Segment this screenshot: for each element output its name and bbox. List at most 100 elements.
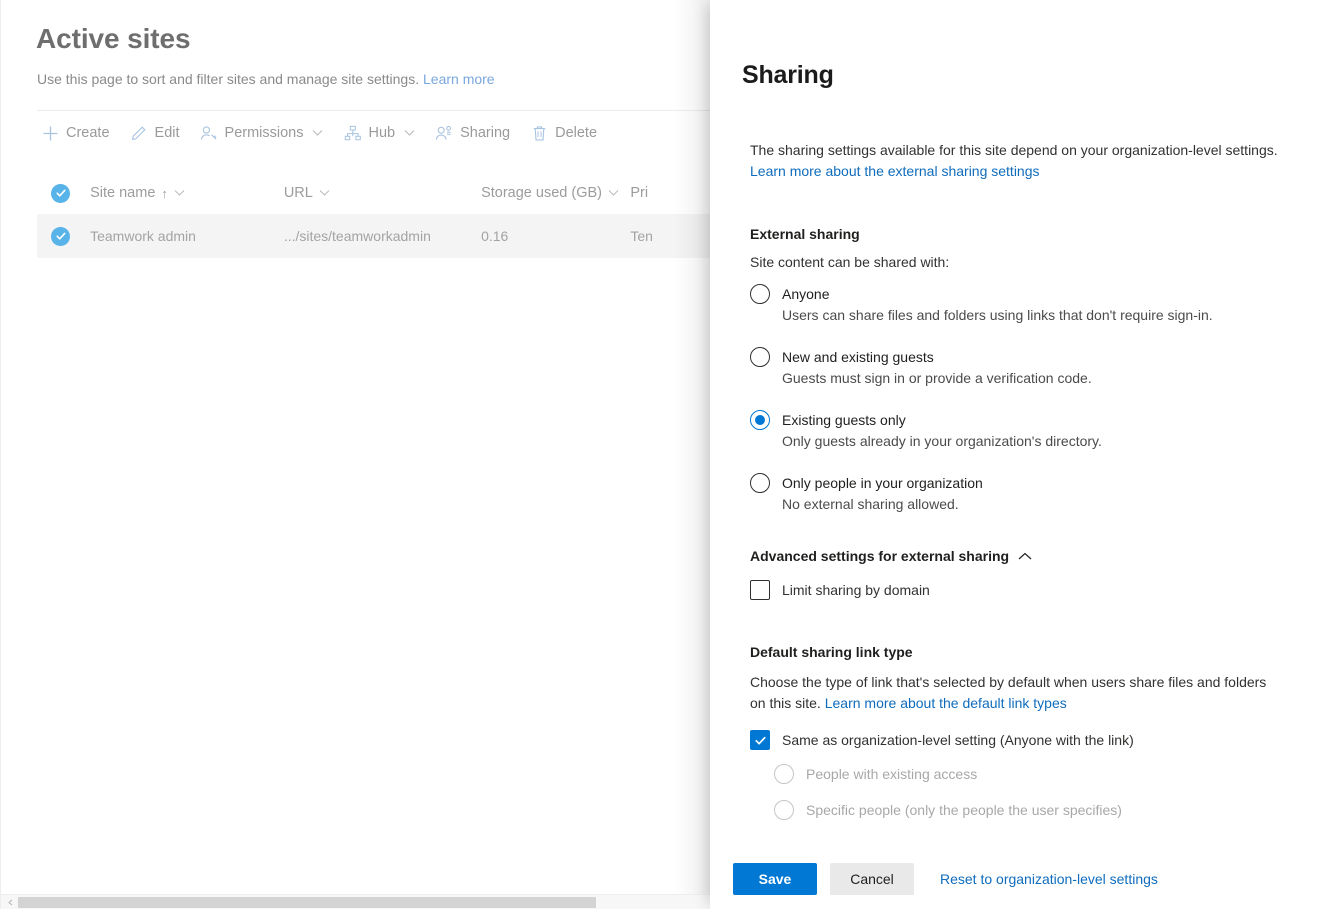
radio-option-people-with-existing-access: People with existing access (774, 764, 1299, 784)
edit-button[interactable]: Edit (120, 113, 190, 153)
radio-selected-icon (750, 410, 770, 430)
radio-option-existing-guests-only-description: Only guests already in your organization… (782, 433, 1102, 449)
sites-table: Site name ↑ URL Storage used (GB) Pri Te… (37, 172, 720, 258)
chevron-down-icon[interactable] (608, 189, 619, 197)
external-sharing-learn-more-link[interactable]: Learn more about the external sharing se… (750, 163, 1040, 179)
page-title: Active sites (36, 23, 191, 54)
radio-option-only-people-in-your-organization-description: No external sharing allowed. (782, 496, 959, 512)
people-share-icon (435, 124, 453, 142)
radio-icon (750, 284, 770, 304)
pencil-icon (130, 124, 148, 142)
default-link-types-learn-more-link[interactable]: Learn more about the default link types (825, 695, 1067, 711)
chevron-up-icon (1018, 552, 1032, 561)
save-button[interactable]: Save (733, 863, 817, 895)
default-link-type-heading: Default sharing link type (750, 644, 913, 660)
column-header-site-name[interactable]: Site name ↑ (90, 185, 284, 201)
column-header-url-label: URL (283, 185, 313, 201)
chevron-down-icon[interactable] (319, 189, 330, 197)
radio-option-people-with-existing-access-label: People with existing access (806, 766, 978, 782)
radio-option-specific-people: Specific people (only the people the use… (774, 800, 1299, 820)
radio-disabled-icon (774, 800, 794, 820)
command-bar: Create Edit Permissions Hub Sharing Dele… (37, 110, 720, 155)
learn-more-link[interactable]: Learn more (423, 71, 495, 87)
page-subtitle: Use this page to sort and filter sites a… (37, 71, 495, 87)
radio-option-existing-guests-only[interactable]: Existing guests only Only guests already… (750, 410, 1299, 451)
radio-option-new-and-existing-guests[interactable]: New and existing guests Guests must sign… (750, 347, 1299, 388)
scrollbar-thumb[interactable] (18, 897, 596, 908)
screen: Active sites Use this page to sort and f… (0, 0, 1323, 909)
sort-ascending-icon: ↑ (161, 185, 168, 201)
chevron-down-icon[interactable] (403, 127, 415, 139)
cell-url: .../sites/teamworkadmin (283, 228, 431, 244)
chevron-down-icon[interactable] (312, 127, 324, 139)
cancel-button[interactable]: Cancel (830, 863, 914, 895)
check-circle-icon (51, 183, 70, 203)
scroll-left-arrow-icon[interactable] (7, 899, 14, 906)
limit-sharing-by-domain-checkbox[interactable]: Limit sharing by domain (750, 580, 1299, 600)
permissions-button[interactable]: Permissions (190, 113, 334, 153)
hub-button-label: Hub (368, 125, 396, 141)
delete-button-label: Delete (555, 125, 598, 141)
row-select-checkbox[interactable] (37, 226, 90, 246)
hub-button[interactable]: Hub (334, 113, 426, 153)
active-sites-page: Active sites Use this page to sort and f… (0, 0, 720, 909)
cell-primary-admin: Ten (630, 228, 653, 244)
table-header-row: Site name ↑ URL Storage used (GB) Pri (37, 172, 720, 214)
same-as-org-setting-checkbox[interactable]: Same as organization-level setting (Anyo… (750, 730, 1299, 750)
panel-intro-text: The sharing settings available for this … (750, 142, 1278, 158)
panel-intro: The sharing settings available for this … (750, 140, 1280, 182)
radio-option-anyone-description: Users can share files and folders using … (782, 307, 1213, 323)
sharing-button[interactable]: Sharing (425, 113, 520, 153)
default-link-type-description: Choose the type of link that's selected … (750, 672, 1285, 714)
radio-option-anyone[interactable]: Anyone Users can share files and folders… (750, 284, 1299, 325)
check-circle-icon (51, 226, 70, 246)
column-header-primary-admin-label: Pri (630, 185, 649, 201)
chevron-down-icon[interactable] (174, 189, 185, 197)
panel-title: Sharing (742, 61, 834, 89)
reset-to-org-settings-link[interactable]: Reset to organization-level settings (940, 871, 1158, 887)
advanced-settings-heading: Advanced settings for external sharing (750, 548, 1010, 564)
delete-button[interactable]: Delete (520, 113, 607, 153)
column-header-storage-used[interactable]: Storage used (GB) (481, 185, 630, 201)
edit-button-label: Edit (154, 125, 180, 141)
sharing-button-label: Sharing (460, 125, 511, 141)
radio-option-only-people-in-your-organization-label: Only people in your organization (782, 475, 983, 491)
radio-disabled-icon (774, 764, 794, 784)
radio-option-anyone-label: Anyone (782, 286, 830, 302)
column-header-storage-used-label: Storage used (GB) (481, 185, 602, 201)
radio-option-new-and-existing-guests-label: New and existing guests (782, 349, 934, 365)
hub-icon (344, 124, 362, 142)
panel-footer: Save Cancel Reset to organization-level … (710, 849, 1323, 909)
select-all-checkbox[interactable] (37, 183, 90, 203)
page-subtitle-text: Use this page to sort and filter sites a… (37, 71, 420, 87)
column-header-site-name-label: Site name (90, 185, 156, 201)
column-header-primary-admin[interactable]: Pri (630, 185, 720, 201)
external-sharing-subheading: Site content can be shared with: (750, 254, 950, 270)
person-key-icon (200, 124, 218, 142)
checkbox-checked-icon (750, 730, 770, 750)
radio-icon (750, 473, 770, 493)
column-header-url[interactable]: URL (284, 185, 481, 201)
table-row[interactable]: Teamwork admin .../sites/teamworkadmin 0… (37, 214, 720, 258)
radio-option-specific-people-label: Specific people (only the people the use… (806, 802, 1122, 818)
radio-option-existing-guests-only-label: Existing guests only (782, 412, 906, 428)
checkbox-icon (750, 580, 770, 600)
external-sharing-radio-group: Anyone Users can share files and folders… (750, 284, 1299, 514)
create-button[interactable]: Create (37, 113, 120, 153)
radio-option-new-and-existing-guests-description: Guests must sign in or provide a verific… (782, 370, 1092, 386)
same-as-org-setting-label: Same as organization-level setting (Anyo… (782, 732, 1134, 748)
horizontal-scrollbar[interactable] (1, 894, 720, 909)
trash-icon (530, 124, 548, 142)
cell-storage-used: 0.16 (481, 228, 509, 244)
cell-site-name: Teamwork admin (90, 228, 196, 244)
default-link-type-radio-group: People with existing access Specific peo… (774, 764, 1299, 820)
panel-body: The sharing settings available for this … (710, 140, 1323, 860)
radio-option-only-people-in-your-organization[interactable]: Only people in your organization No exte… (750, 473, 1299, 514)
advanced-settings-toggle[interactable]: Advanced settings for external sharing (750, 548, 1032, 564)
sharing-panel: Sharing The sharing settings available f… (710, 0, 1323, 909)
create-button-label: Create (66, 125, 110, 141)
plus-icon (41, 124, 59, 142)
radio-icon (750, 347, 770, 367)
limit-sharing-by-domain-label: Limit sharing by domain (782, 582, 930, 598)
external-sharing-heading: External sharing (750, 226, 860, 242)
